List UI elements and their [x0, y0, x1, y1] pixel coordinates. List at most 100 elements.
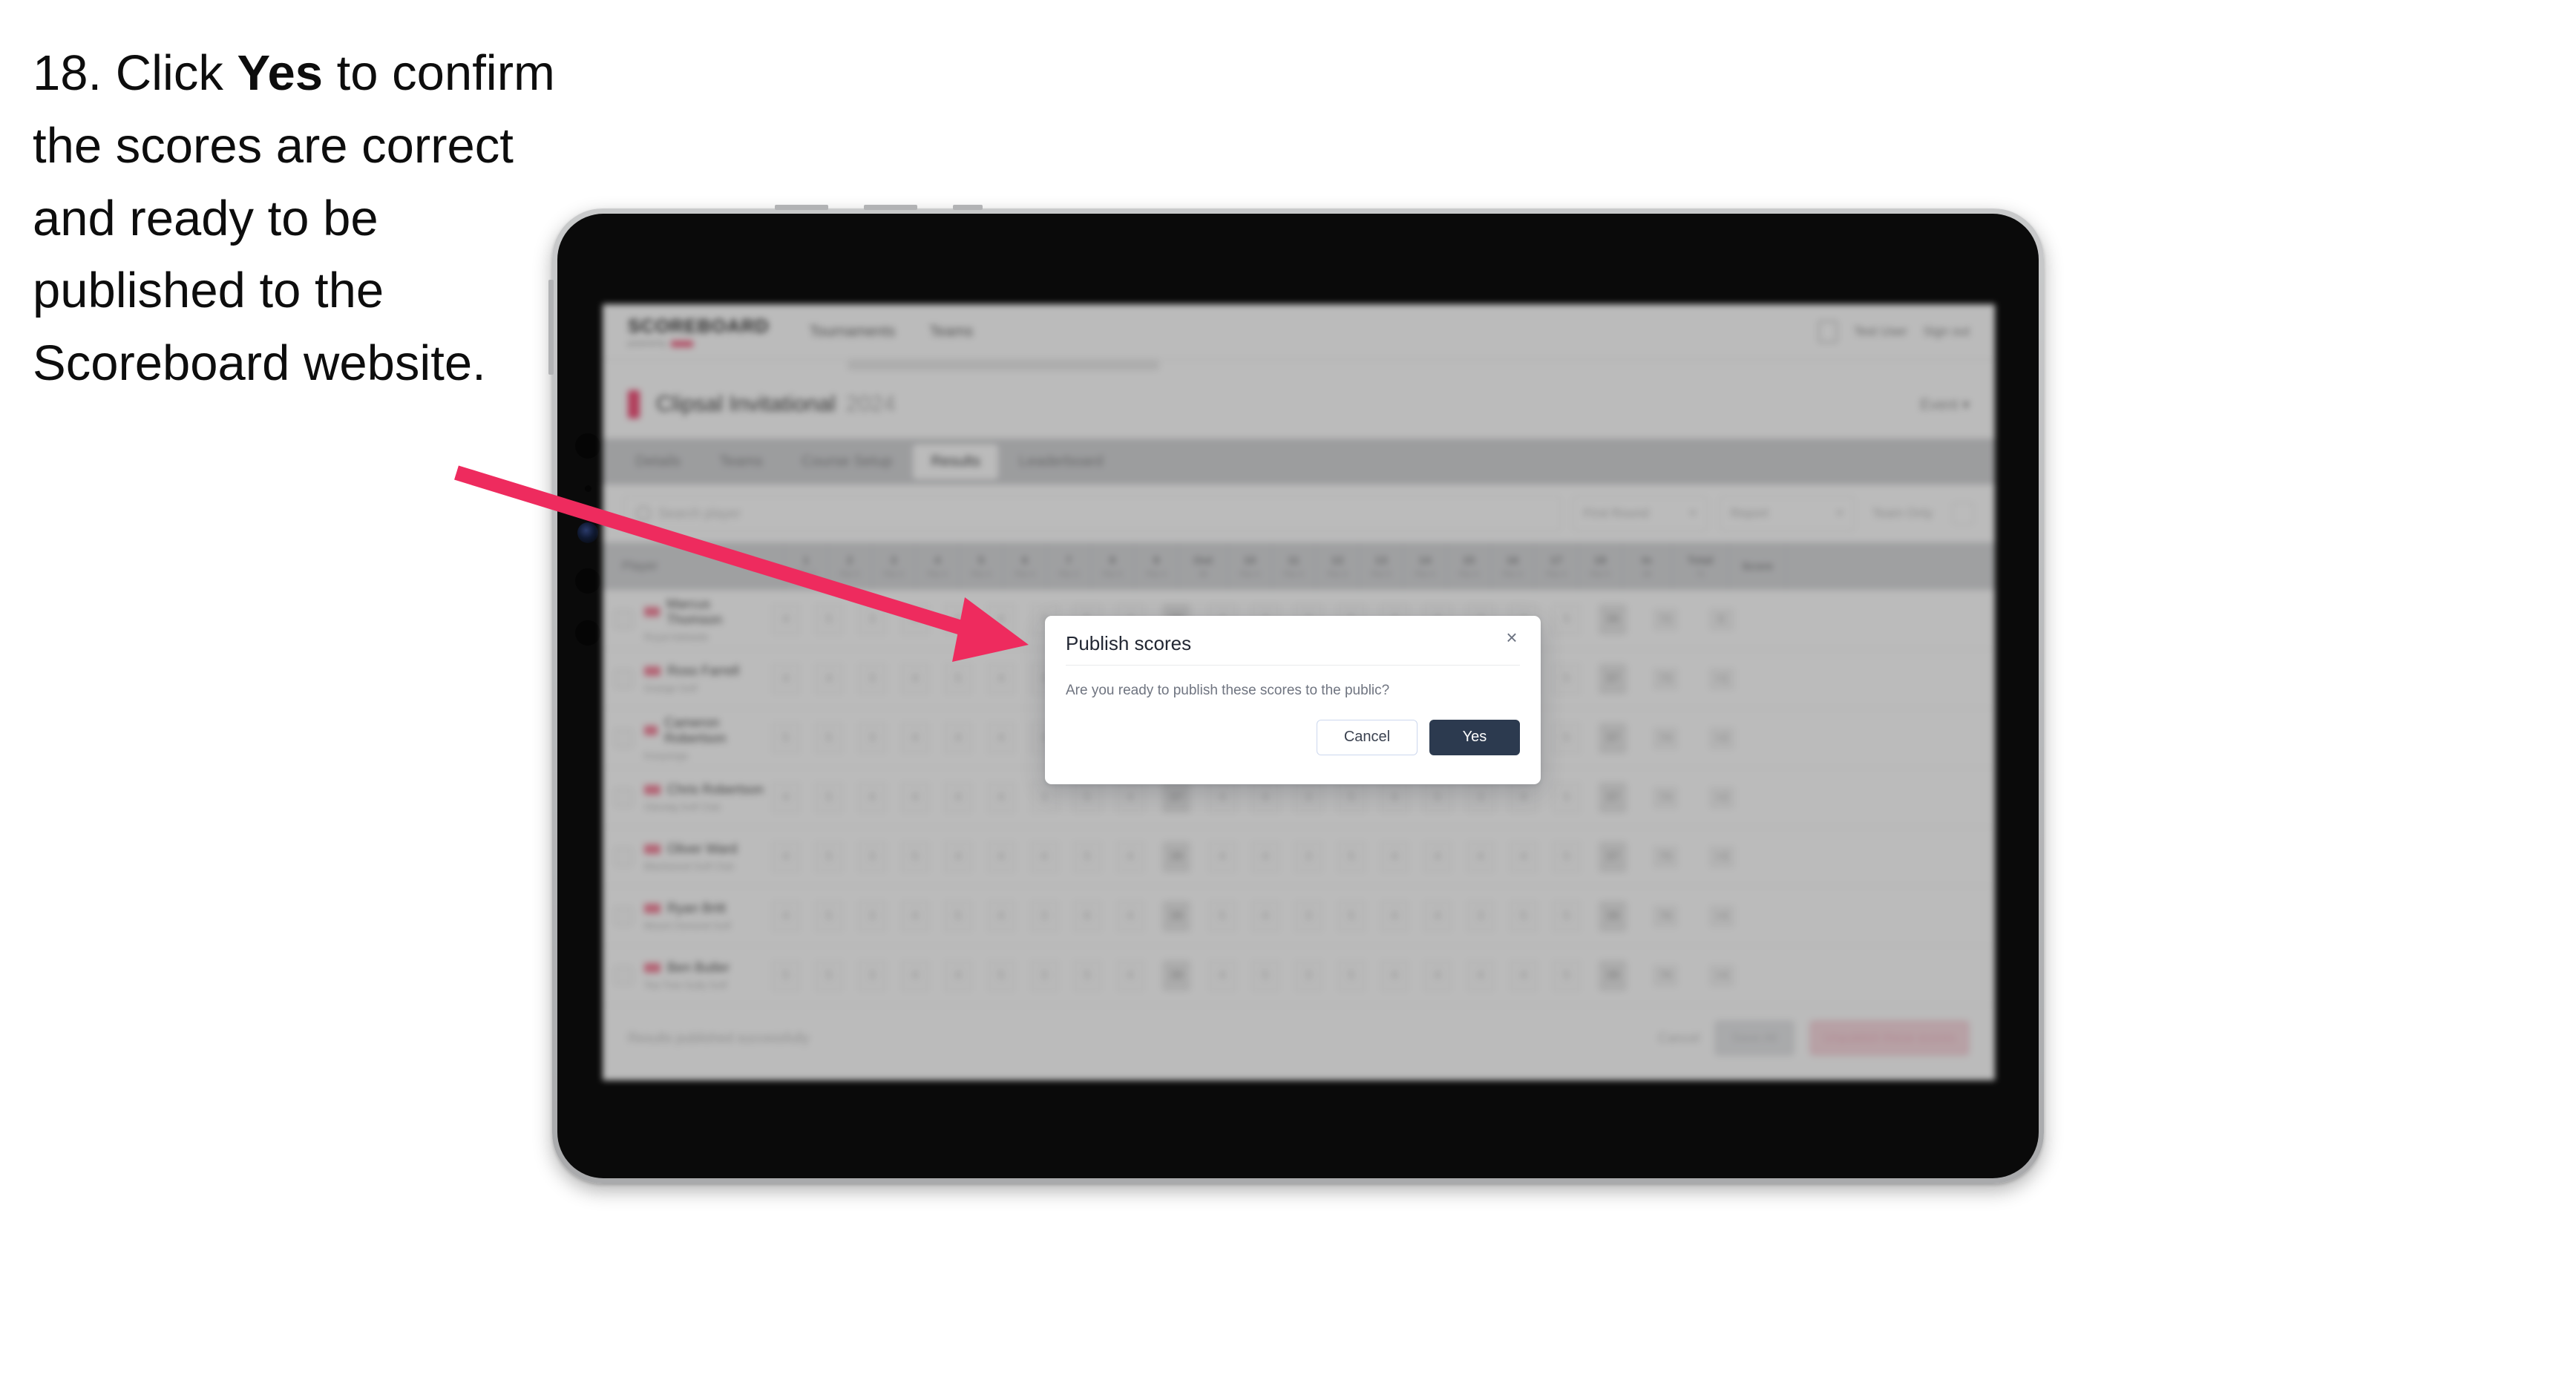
score-cell-hole-15[interactable]: 4 — [1416, 827, 1459, 886]
score-cell-hole-16[interactable]: 4 — [1459, 946, 1502, 1005]
score-cell-hole-2[interactable]: 5 — [807, 887, 851, 945]
score-cell-hole-5[interactable]: 5 — [937, 887, 980, 945]
score-cell-hole-1[interactable]: 4 — [764, 649, 807, 708]
tab-leaderboard[interactable]: Leaderboard — [1001, 444, 1121, 479]
table-row[interactable]: Ben Butler Tea Tree Gully Golf 5 5 3 4 4 5 3 5 4 38… — [603, 946, 1995, 1005]
score-cell-hole-5[interactable]: 4 — [937, 946, 980, 1005]
score-cell-hole-17[interactable]: 5 — [1502, 887, 1545, 945]
score-cell-hole-1[interactable]: 4 — [764, 768, 807, 827]
score-cell-hole-7[interactable]: 3 — [1023, 946, 1066, 1005]
score-cell-hole-8[interactable]: 5 — [1066, 827, 1109, 886]
score-cell-hole-4[interactable]: 4 — [894, 946, 937, 1005]
user-avatar-icon[interactable] — [1818, 321, 1838, 343]
score-cell-hole-4[interactable]: 4 — [894, 590, 937, 648]
score-cell-hole-4[interactable]: 4 — [894, 768, 937, 827]
score-cell-hole-18[interactable]: 5 — [1545, 768, 1588, 827]
score-cell-hole-5[interactable]: 4 — [937, 709, 980, 767]
score-cell-hole-7[interactable]: 3 — [1023, 887, 1066, 945]
score-cell-hole-12[interactable]: 3 — [1287, 827, 1330, 886]
score-cell-hole-18[interactable]: 5 — [1545, 590, 1588, 648]
score-cell-hole-1[interactable]: 4 — [764, 827, 807, 886]
score-cell-hole-10[interactable]: 5 — [1201, 887, 1244, 945]
score-cell-hole-4[interactable]: 5 — [894, 827, 937, 886]
table-row[interactable]: Oliver Ward Blackwood Golf Club 4 5 3 5 4 4 4 5 4 3… — [603, 827, 1995, 887]
score-cell-hole-9[interactable]: 4 — [1109, 827, 1152, 886]
score-cell-in[interactable]: 36 — [1588, 590, 1637, 648]
nav-item-tournaments[interactable]: Tournaments — [810, 323, 896, 341]
score-cell-hole-2[interactable]: 5 — [807, 709, 851, 767]
score-cell-hole-6[interactable]: 4 — [980, 827, 1023, 886]
score-cell-hole-2[interactable]: 5 — [807, 827, 851, 886]
score-cell-hole-16[interactable]: 4 — [1459, 827, 1502, 886]
score-cell-hole-6[interactable]: 4 — [980, 768, 1023, 827]
team-only-checkbox-icon[interactable] — [1952, 502, 1974, 525]
score-cell-hole-3[interactable]: 3 — [851, 590, 894, 648]
score-cell-hole-2[interactable]: 5 — [807, 590, 851, 648]
score-cell-in[interactable]: 37 — [1588, 768, 1637, 827]
score-cell-hole-9[interactable]: 4 — [1109, 887, 1152, 945]
row-checkbox[interactable] — [603, 649, 644, 708]
score-cell-hole-8[interactable]: 5 — [1066, 946, 1109, 1005]
yes-button[interactable]: Yes — [1429, 719, 1520, 755]
tab-teams[interactable]: Teams — [701, 444, 781, 479]
score-cell-hole-3[interactable]: 3 — [851, 887, 894, 945]
score-cell-hole-2[interactable]: 5 — [807, 768, 851, 827]
score-cell-hole-11[interactable]: 4 — [1244, 887, 1287, 945]
score-cell-hole-4[interactable]: 4 — [894, 887, 937, 945]
score-cell-hole-15[interactable]: 4 — [1416, 946, 1459, 1005]
score-cell-hole-12[interactable]: 3 — [1287, 887, 1330, 945]
tab-results[interactable]: Results — [913, 444, 999, 479]
score-cell-hole-14[interactable]: 4 — [1373, 946, 1416, 1005]
score-cell-hole-18[interactable]: 5 — [1545, 709, 1588, 767]
score-cell-hole-14[interactable]: 4 — [1373, 887, 1416, 945]
score-cell-hole-17[interactable]: 4 — [1502, 827, 1545, 886]
score-cell-hole-17[interactable]: 4 — [1502, 946, 1545, 1005]
score-cell-out[interactable]: 38 — [1152, 946, 1201, 1005]
round-select[interactable]: First Round — [1572, 496, 1708, 531]
footer-cancel-link[interactable]: Cancel — [1658, 1031, 1700, 1046]
score-cell-hole-6[interactable]: 4 — [980, 590, 1023, 648]
score-cell-hole-3[interactable]: 3 — [851, 827, 894, 886]
score-cell-hole-1[interactable]: 5 — [764, 946, 807, 1005]
score-cell-hole-12[interactable]: 3 — [1287, 946, 1330, 1005]
score-cell-in[interactable]: 38 — [1588, 946, 1637, 1005]
score-cell-hole-1[interactable]: 4 — [764, 887, 807, 945]
save-all-button[interactable]: Save All — [1714, 1020, 1795, 1056]
score-cell-hole-5[interactable]: 5 — [937, 649, 980, 708]
score-cell-out[interactable]: 38 — [1152, 827, 1201, 886]
score-cell-hole-18[interactable]: 5 — [1545, 827, 1588, 886]
tab-details[interactable]: Details — [617, 444, 698, 479]
score-cell-hole-13[interactable]: 5 — [1330, 887, 1373, 945]
score-cell-in[interactable]: 37 — [1588, 649, 1637, 708]
score-cell-in[interactable]: 38 — [1588, 887, 1637, 945]
report-select[interactable]: Report — [1719, 496, 1855, 531]
app-logo[interactable]: SCOREBOARD powered by — [628, 316, 770, 348]
score-cell-hole-18[interactable]: 5 — [1545, 649, 1588, 708]
score-cell-hole-13[interactable]: 5 — [1330, 827, 1373, 886]
score-cell-in[interactable]: 37 — [1588, 827, 1637, 886]
score-cell-hole-14[interactable]: 4 — [1373, 827, 1416, 886]
score-cell-out[interactable]: 38 — [1152, 887, 1201, 945]
score-cell-hole-10[interactable]: 4 — [1201, 827, 1244, 886]
score-cell-hole-8[interactable]: 6 — [1066, 887, 1109, 945]
row-checkbox[interactable] — [603, 590, 644, 648]
row-checkbox[interactable] — [603, 946, 644, 1005]
search-input[interactable]: Search player — [623, 496, 1561, 531]
score-cell-hole-13[interactable]: 5 — [1330, 946, 1373, 1005]
score-cell-hole-6[interactable]: 4 — [980, 887, 1023, 945]
score-cell-hole-4[interactable]: 4 — [894, 649, 937, 708]
score-cell-hole-1[interactable]: 5 — [764, 709, 807, 767]
score-cell-hole-6[interactable]: 4 — [980, 649, 1023, 708]
score-cell-hole-3[interactable]: 3 — [851, 946, 894, 1005]
cancel-button[interactable]: Cancel — [1317, 719, 1418, 755]
tab-course-setup[interactable]: Course Setup — [784, 444, 910, 479]
page-title-action[interactable]: Event ▾ — [1920, 395, 1970, 414]
score-cell-hole-10[interactable]: 4 — [1201, 946, 1244, 1005]
score-cell-hole-5[interactable]: 4 — [937, 768, 980, 827]
row-checkbox[interactable] — [603, 827, 644, 886]
score-cell-hole-2[interactable]: 5 — [807, 946, 851, 1005]
score-cell-hole-5[interactable]: 4 — [937, 590, 980, 648]
score-cell-hole-1[interactable]: 4 — [764, 590, 807, 648]
table-row[interactable]: Ryan Britt Mount Osmond Golf 4 5 3 4 5 4 3 6 4 38 5 4… — [603, 887, 1995, 946]
score-cell-hole-3[interactable]: 3 — [851, 649, 894, 708]
